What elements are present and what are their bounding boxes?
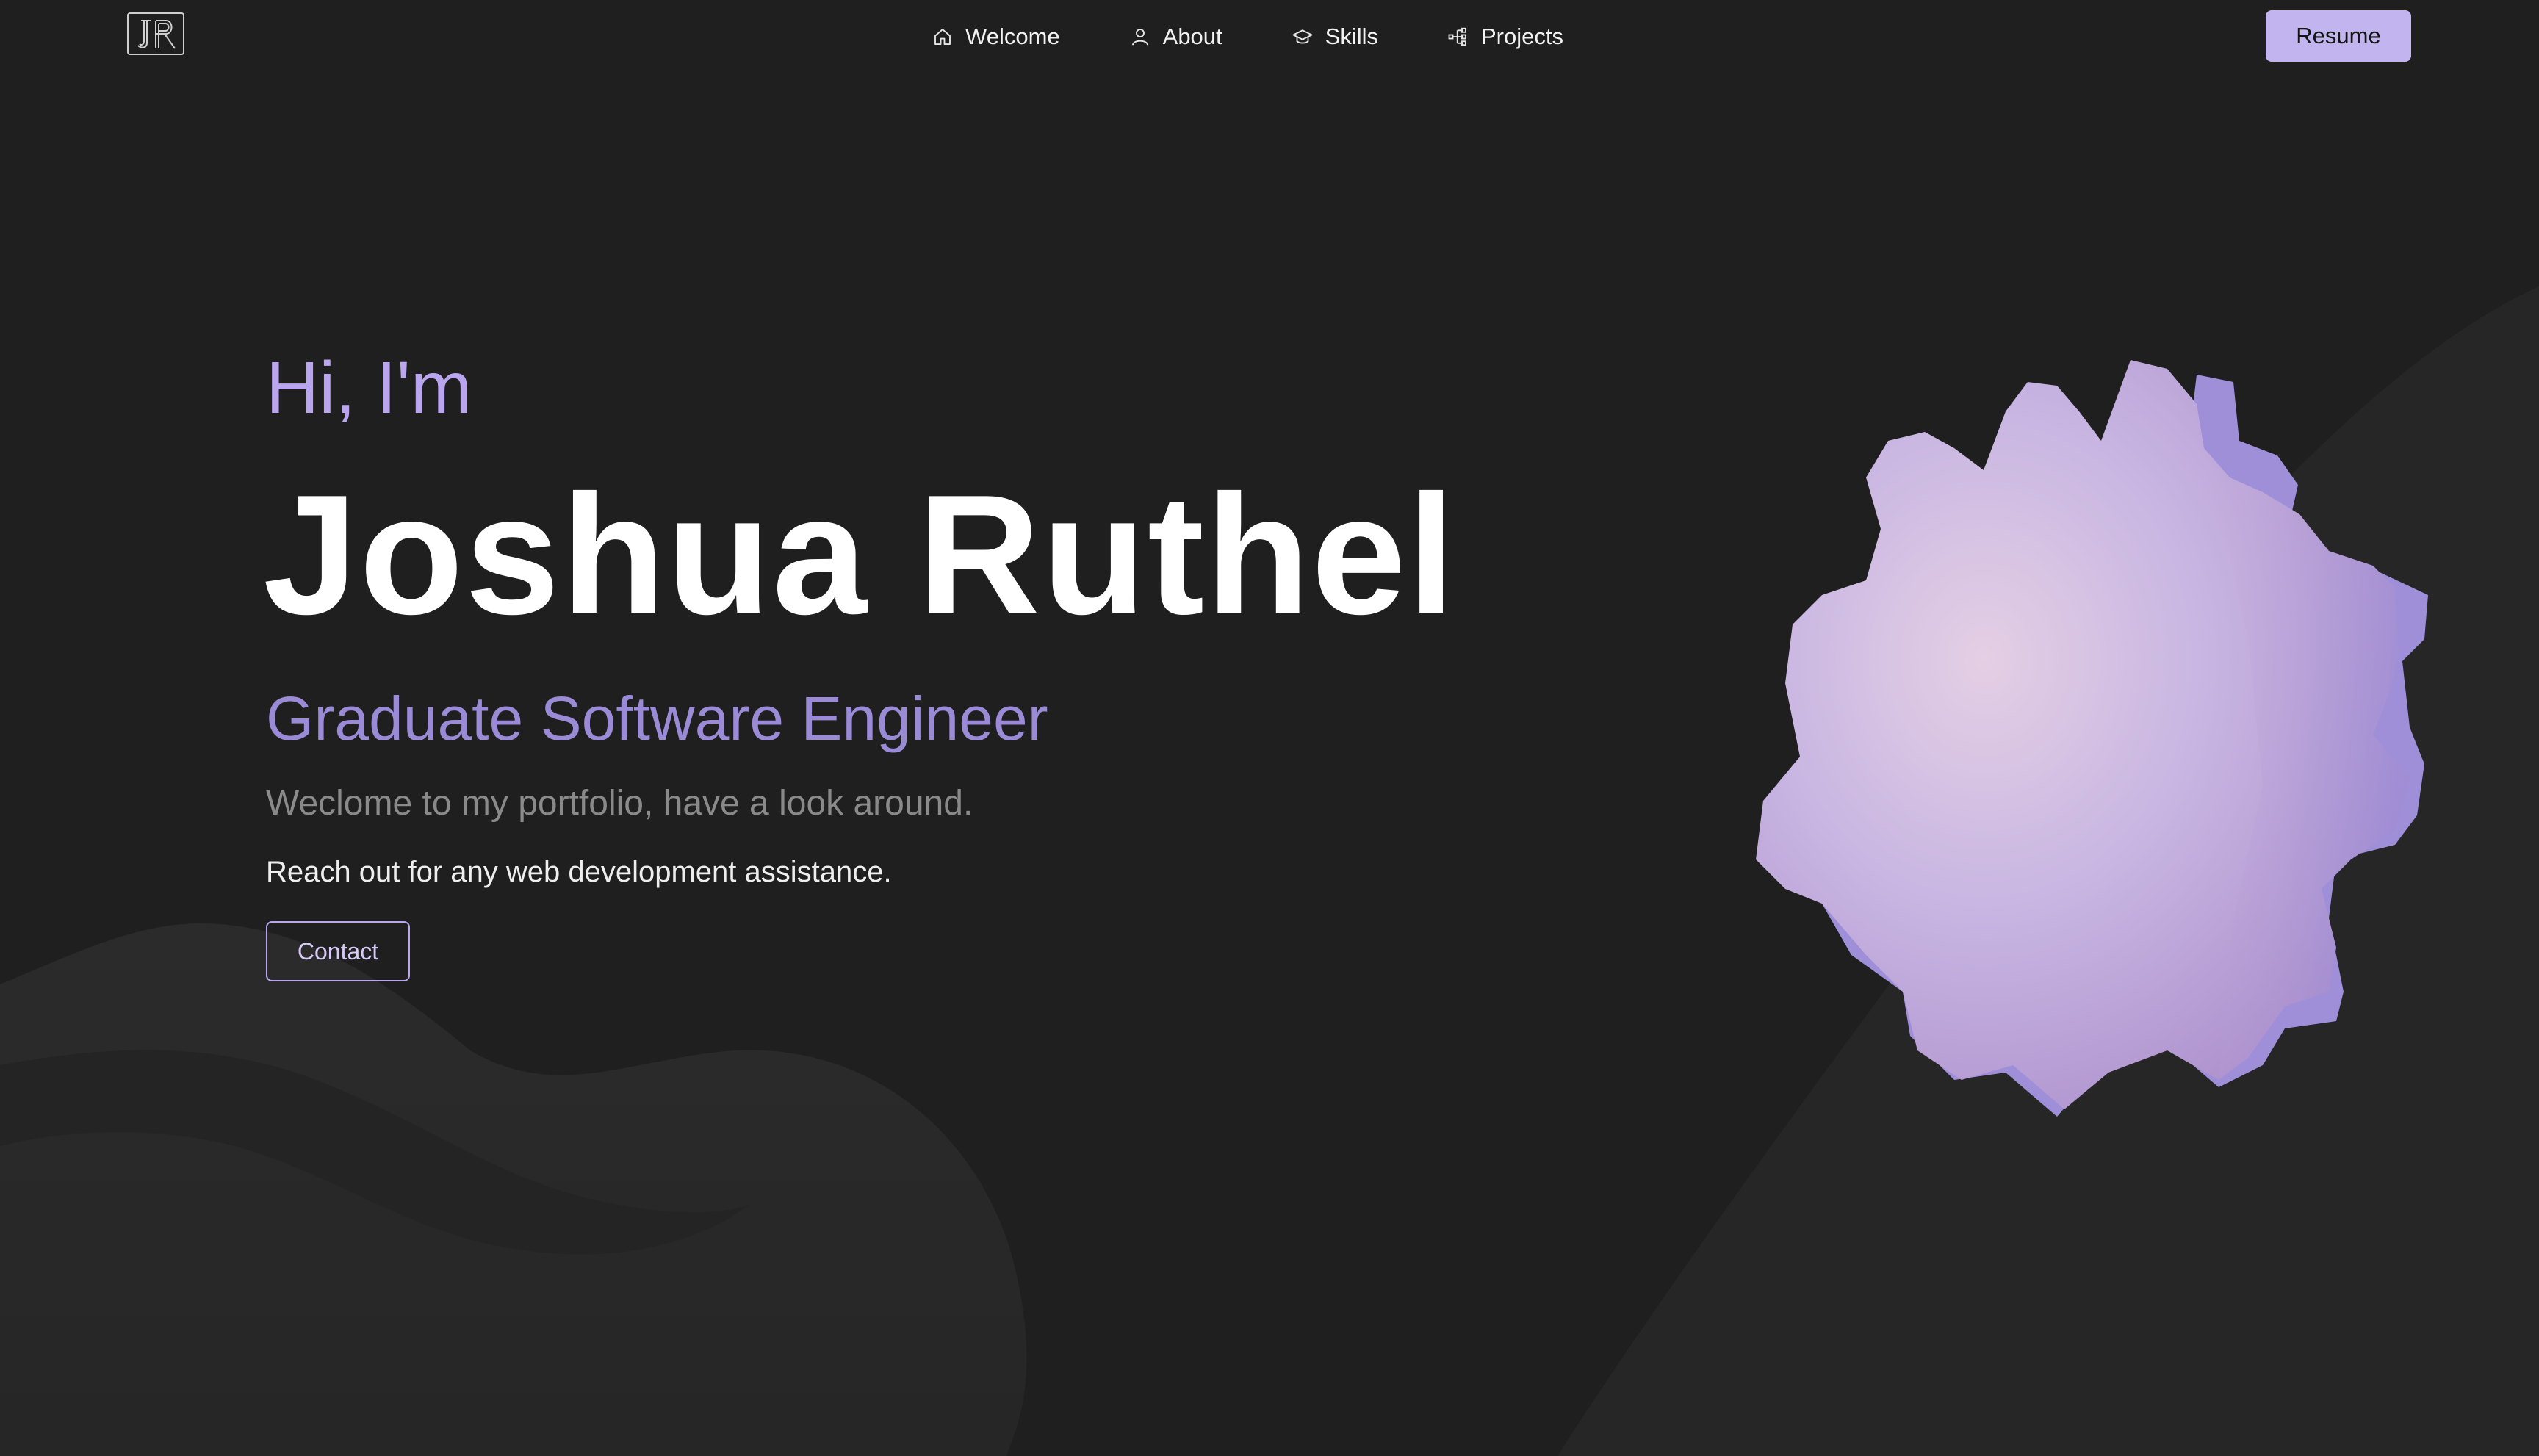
contact-button[interactable]: Contact <box>266 921 410 981</box>
nav-item-label: Projects <box>1481 24 1563 49</box>
nav-item-projects[interactable]: Projects <box>1447 24 1563 50</box>
nav-item-skills[interactable]: Skills <box>1292 24 1378 50</box>
nav-item-label: About <box>1162 24 1222 49</box>
page: Welcome About Skills Projects Resume Hi,… <box>0 0 2539 1456</box>
user-icon <box>1131 29 1148 46</box>
sitemap-icon <box>1448 27 1466 46</box>
nav-links: Welcome About Skills Projects <box>932 15 1563 59</box>
nav-item-label: Skills <box>1325 24 1378 49</box>
greeting-text: Hi, I'm <box>266 347 472 429</box>
logo-icon[interactable] <box>126 12 185 56</box>
graduation-cap-icon <box>1292 29 1313 44</box>
home-icon <box>934 29 951 45</box>
3d-blob-graphic <box>1756 360 2428 1117</box>
hero-name: Joshua Ruthel <box>263 460 1457 650</box>
hero-role: Graduate Software Engineer <box>266 684 1048 753</box>
nav-item-welcome[interactable]: Welcome <box>932 24 1060 50</box>
reach-out-text: Reach out for any web development assist… <box>266 856 892 888</box>
top-nav: Welcome About Skills Projects Resume <box>0 0 2539 73</box>
welcome-text: Weclome to my portfolio, have a look aro… <box>266 784 973 823</box>
resume-button[interactable]: Resume <box>2266 10 2411 62</box>
nav-item-label: Welcome <box>965 24 1060 49</box>
nav-item-about[interactable]: About <box>1129 24 1222 50</box>
